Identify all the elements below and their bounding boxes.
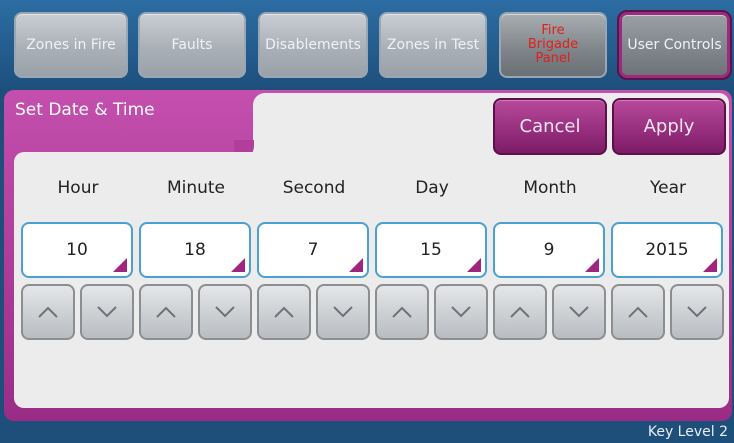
month-value: 9 [543,240,555,260]
second-field[interactable]: 7 [257,222,369,278]
nav-user-controls-button[interactable]: User Controls [617,10,732,80]
chevron-down-icon [451,306,471,318]
chevron-down-icon [569,306,589,318]
second-decrement-button[interactable] [316,284,370,340]
hour-label: Hour [57,178,99,198]
minute-increment-button[interactable] [139,284,193,340]
minute-value: 18 [184,240,206,260]
nav-zones-in-fire-button[interactable]: Zones in Fire [14,12,128,78]
minute-field[interactable]: 18 [139,222,251,278]
hour-value: 10 [66,240,88,260]
nav-fire-brigade-panel-button[interactable]: Fire Brigade Panel [499,12,607,78]
year-field[interactable]: 2015 [611,222,723,278]
month-increment-button[interactable] [493,284,547,340]
nav-zones-in-test-button[interactable]: Zones in Test [379,12,487,78]
edit-corner-icon [467,258,481,272]
minute-label: Minute [166,178,226,198]
edit-corner-icon [585,258,599,272]
month-decrement-button[interactable] [552,284,606,340]
edit-corner-icon [113,258,127,272]
apply-button[interactable]: Apply [612,98,726,155]
day-increment-button[interactable] [375,284,429,340]
year-value: 2015 [645,240,689,260]
cancel-button[interactable]: Cancel [493,98,607,155]
key-level-status: Key Level 2 [647,424,728,440]
day-decrement-button[interactable] [434,284,488,340]
month-field[interactable]: 9 [493,222,605,278]
year-label: Year [650,178,686,198]
hour-decrement-button[interactable] [80,284,134,340]
chevron-up-icon [156,306,176,318]
second-value: 7 [307,240,319,260]
edit-corner-icon [349,258,363,272]
second-label: Second [282,178,346,198]
chevron-down-icon [333,306,353,318]
chevron-up-icon [38,306,58,318]
day-label: Day [415,178,449,198]
nav-faults-button[interactable]: Faults [138,12,246,78]
hour-increment-button[interactable] [21,284,75,340]
status-bar [0,421,734,443]
panel-title: Set Date & Time [15,100,155,120]
edit-corner-icon [231,258,245,272]
chevron-down-icon [687,306,707,318]
chevron-up-icon [274,306,294,318]
month-label: Month [523,178,577,198]
day-field[interactable]: 15 [375,222,487,278]
chevron-down-icon [215,306,235,318]
day-value: 15 [420,240,442,260]
year-increment-button[interactable] [611,284,665,340]
year-decrement-button[interactable] [670,284,724,340]
chevron-up-icon [628,306,648,318]
nav-disablements-button[interactable]: Disablements [258,12,368,78]
second-increment-button[interactable] [257,284,311,340]
hour-field[interactable]: 10 [21,222,133,278]
chevron-up-icon [510,306,530,318]
minute-decrement-button[interactable] [198,284,252,340]
chevron-down-icon [97,306,117,318]
chevron-up-icon [392,306,412,318]
edit-corner-icon [703,258,717,272]
